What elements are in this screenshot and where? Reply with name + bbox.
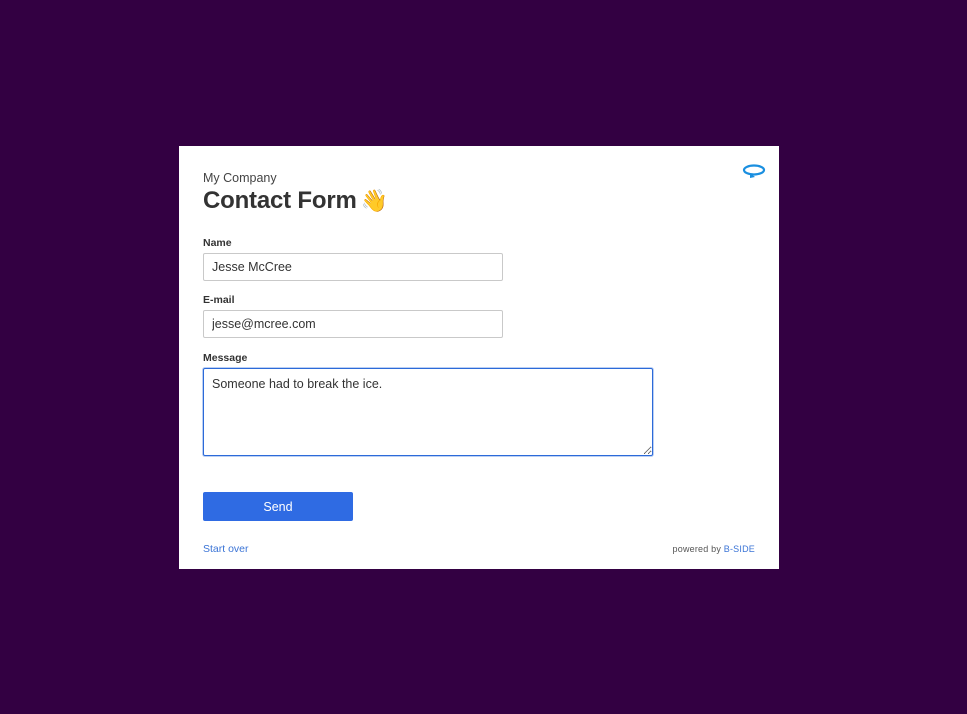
brand-link[interactable]: B-SIDE: [724, 544, 755, 554]
powered-by-text: powered by: [672, 544, 722, 554]
message-label: Message: [203, 352, 248, 364]
contact-form-card: My Company Contact Form 👋 Name E-mail Me…: [179, 146, 779, 569]
page-title: Contact Form 👋: [203, 187, 388, 215]
email-label: E-mail: [203, 294, 235, 306]
title-text: Contact Form: [203, 187, 357, 214]
waving-hand-icon: 👋: [360, 188, 388, 213]
company-name: My Company: [203, 171, 277, 185]
name-label: Name: [203, 237, 232, 249]
rotate-icon[interactable]: [741, 162, 767, 180]
message-field[interactable]: Someone had to break the ice.: [203, 368, 653, 456]
email-field[interactable]: [203, 310, 503, 338]
send-button[interactable]: Send: [203, 492, 353, 521]
name-field[interactable]: [203, 253, 503, 281]
start-over-link[interactable]: Start over: [203, 543, 249, 555]
powered-by: powered by B-SIDE: [673, 544, 755, 554]
